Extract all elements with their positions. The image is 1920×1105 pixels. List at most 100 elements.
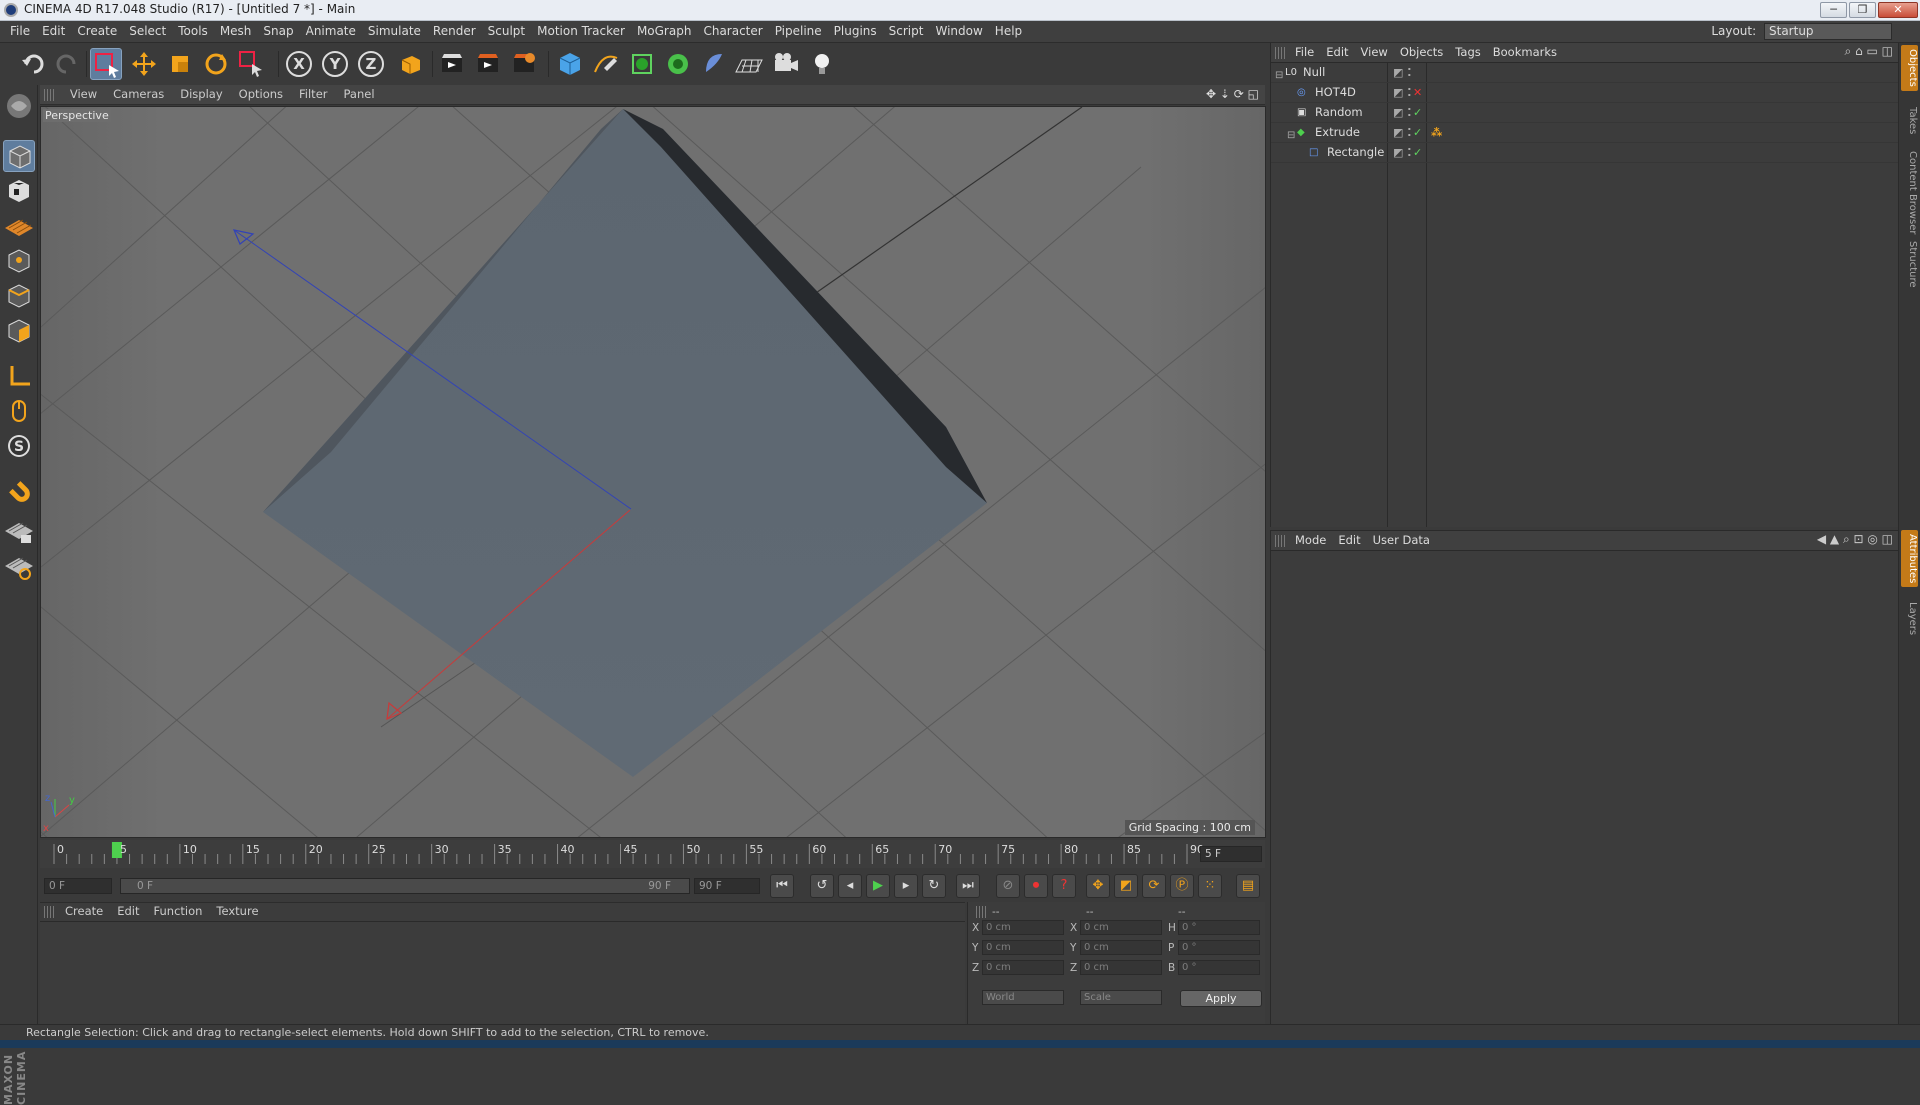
record-parameter-toggle-icon[interactable]: Ⓟ (1170, 874, 1194, 898)
timeline-window-icon[interactable]: ▤ (1236, 874, 1260, 898)
viewport-menu-filter[interactable]: Filter (291, 85, 335, 104)
attribute-nav-icons[interactable]: ◀ ▲ ⌕ ⊡ ◎ ◫ (1817, 532, 1893, 547)
tab-content-browser[interactable]: Content Browser (1901, 147, 1918, 238)
menu-select[interactable]: Select (123, 21, 172, 42)
menu-create[interactable]: Create (71, 21, 123, 42)
tweak-mode-icon[interactable] (3, 395, 35, 427)
tab-objects[interactable]: Objects (1901, 45, 1918, 91)
workplane-mode-icon[interactable] (3, 210, 35, 242)
viewport-menu-view[interactable]: View (62, 85, 105, 104)
play-forward-icon[interactable]: ▶ (866, 874, 890, 898)
apply-button[interactable]: Apply (1180, 990, 1262, 1007)
material-menu-texture[interactable]: Texture (209, 902, 265, 921)
solo-mode-icon[interactable]: S (3, 430, 35, 462)
rotate-icon[interactable] (200, 48, 232, 80)
object-name[interactable]: Null (1303, 63, 1325, 82)
live-selection-icon[interactable] (236, 48, 268, 80)
size-z-field[interactable]: 0 cm (1080, 960, 1162, 975)
object-row-extrude[interactable]: ⊟ ◆ Extrude ◩ ⁚ ✓ ⁂ (1271, 123, 1899, 143)
viewport-menu-display[interactable]: Display (172, 85, 230, 104)
size-mode-dropdown[interactable]: Scale (1080, 990, 1162, 1005)
object-name[interactable]: HOT4D (1315, 83, 1356, 102)
pen-spline-icon[interactable] (590, 48, 622, 80)
enable-status-icon[interactable]: ✓ (1413, 103, 1422, 122)
tab-layers[interactable]: Layers (1901, 598, 1918, 639)
material-menu-function[interactable]: Function (147, 902, 210, 921)
visibility-toggle-icon[interactable]: ◩ ⁚ (1393, 123, 1411, 142)
viewport-menu-cameras[interactable]: Cameras (105, 85, 172, 104)
visibility-toggle-icon[interactable]: ◩ ⁚ (1393, 143, 1411, 162)
render-settings-icon[interactable] (508, 48, 540, 80)
render-to-picture-viewer-icon[interactable] (472, 48, 504, 80)
size-y-field[interactable]: 0 cm (1080, 940, 1162, 955)
visibility-toggle-icon[interactable]: ◩ ⁚ (1393, 63, 1411, 82)
menu-character[interactable]: Character (697, 21, 768, 42)
object-row-random[interactable]: ▣ Random ◩ ⁚ ✓ (1271, 103, 1899, 123)
light-icon[interactable] (806, 48, 838, 80)
current-frame-field[interactable]: 5 F (1200, 846, 1262, 862)
object-menu-objects[interactable]: Objects (1394, 43, 1449, 62)
menu-help[interactable]: Help (989, 21, 1028, 42)
menu-pipeline[interactable]: Pipeline (769, 21, 828, 42)
object-row-rectangle[interactable]: □ Rectangle ◩ ⁚ ✓ (1271, 143, 1899, 163)
viewport-camera-label[interactable]: Perspective (43, 109, 111, 122)
menu-render[interactable]: Render (427, 21, 482, 42)
object-menu-bookmarks[interactable]: Bookmarks (1487, 43, 1563, 62)
start-frame-field[interactable]: 0 F (44, 878, 112, 894)
make-editable-icon[interactable] (3, 90, 35, 122)
object-name[interactable]: Random (1315, 103, 1363, 122)
texture-mode-icon[interactable] (3, 175, 35, 207)
floor-scene-icon[interactable] (734, 48, 766, 80)
menu-edit[interactable]: Edit (36, 21, 71, 42)
autokeying-icon[interactable]: ? (1052, 874, 1076, 898)
layout-dropdown[interactable]: Startup (1764, 23, 1892, 40)
axis-mode-icon[interactable] (3, 360, 35, 392)
go-to-end-icon[interactable]: ⏭ (956, 874, 980, 898)
close-button[interactable]: ✕ (1878, 2, 1918, 18)
y-axis-lock-button[interactable]: Y (322, 51, 348, 77)
object-name[interactable]: Extrude (1315, 123, 1360, 142)
cloner-icon[interactable] (662, 48, 694, 80)
object-menu-edit[interactable]: Edit (1320, 43, 1354, 62)
object-manager-search-icon[interactable]: ⌕ ⌂ ▭ ◫ (1845, 44, 1893, 59)
previous-key-icon[interactable]: ↺ (810, 874, 834, 898)
enable-status-icon[interactable]: ✕ (1413, 83, 1422, 102)
camera-icon[interactable] (770, 48, 802, 80)
end-frame-field[interactable]: 90 F (694, 878, 760, 894)
attribute-menu-mode[interactable]: Mode (1289, 531, 1332, 550)
rectangle-selection-icon[interactable] (90, 48, 122, 80)
material-menu-edit[interactable]: Edit (110, 902, 146, 921)
object-menu-file[interactable]: File (1289, 43, 1320, 62)
viewport-nav-icons[interactable]: ✥ ⇣ ⟳ ◱ (1206, 87, 1259, 101)
attribute-menu-user-data[interactable]: User Data (1367, 531, 1436, 550)
tab-takes[interactable]: Takes (1901, 103, 1918, 138)
menu-motion-tracker[interactable]: Motion Tracker (531, 21, 631, 42)
planar-workplane-icon[interactable] (3, 550, 35, 582)
rotation-h-field[interactable]: 0 ° (1178, 920, 1260, 935)
object-menu-view[interactable]: View (1355, 43, 1394, 62)
menu-mesh[interactable]: Mesh (214, 21, 258, 42)
move-icon[interactable] (128, 48, 160, 80)
subdivision-surface-icon[interactable] (626, 48, 658, 80)
object-menu-tags[interactable]: Tags (1449, 43, 1486, 62)
viewport-menu-panel[interactable]: Panel (336, 85, 383, 104)
rotation-p-field[interactable]: 0 ° (1178, 940, 1260, 955)
menu-plugins[interactable]: Plugins (828, 21, 883, 42)
menu-tools[interactable]: Tools (172, 21, 214, 42)
enable-status-icon[interactable]: ✓ (1413, 123, 1422, 142)
record-pla-toggle-icon[interactable]: ⁙ (1198, 874, 1222, 898)
record-active-objects-icon[interactable]: ⏺ (1024, 874, 1048, 898)
z-axis-lock-button[interactable]: Z (358, 51, 384, 77)
scale-icon[interactable] (164, 48, 196, 80)
undo-icon[interactable] (18, 48, 50, 80)
next-frame-icon[interactable]: ▸ (894, 874, 918, 898)
redo-icon[interactable] (50, 48, 82, 80)
record-scale-toggle-icon[interactable]: ◩ (1114, 874, 1138, 898)
object-row-null[interactable]: ⊟ L0 Null ◩ ⁚ (1271, 63, 1899, 83)
go-to-start-icon[interactable]: ⏮ (770, 874, 794, 898)
mograph-tag-icon[interactable]: ⁂ (1431, 123, 1442, 142)
coordinate-system-dropdown[interactable]: World (982, 990, 1064, 1005)
menu-snap[interactable]: Snap (257, 21, 299, 42)
previous-frame-icon[interactable]: ◂ (838, 874, 862, 898)
cube-object-icon[interactable] (554, 48, 586, 80)
